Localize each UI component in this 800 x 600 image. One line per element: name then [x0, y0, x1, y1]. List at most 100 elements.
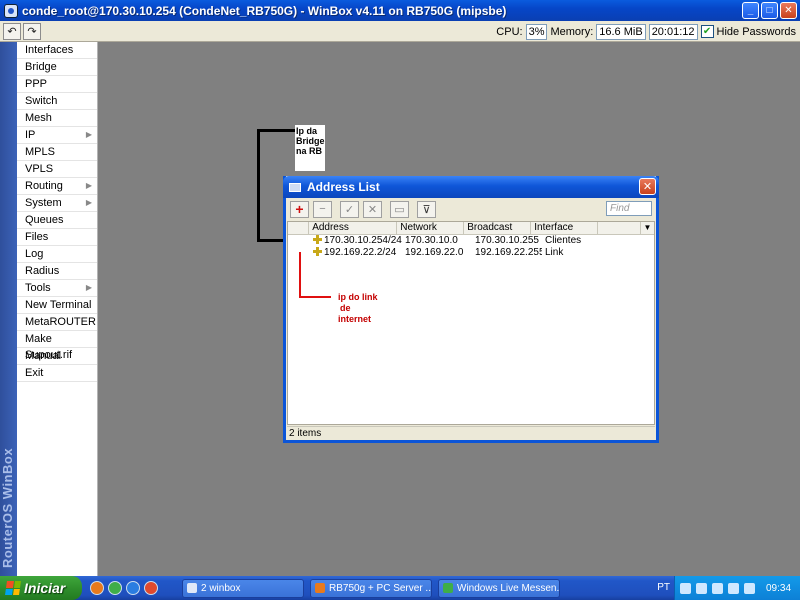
column-menu-icon[interactable]: ▼	[641, 222, 655, 234]
sidebar-item-exit[interactable]: Exit	[17, 365, 97, 382]
task-messenger[interactable]: Windows Live Messen...	[438, 578, 560, 598]
memory-label: Memory:	[550, 25, 594, 38]
minimize-button[interactable]: _	[742, 2, 759, 19]
sidebar-item-radius[interactable]: Radius	[17, 263, 97, 280]
address-icon	[313, 235, 322, 244]
sidebar-item-label: Bridge	[25, 61, 57, 73]
taskbar: Iniciar 2 winbox RB750g + PC Server ... …	[0, 576, 800, 600]
sidebar-item-label: PPP	[25, 78, 48, 90]
sidebar-item-ppp[interactable]: PPP	[17, 76, 97, 93]
sidebar-item-system[interactable]: System ▶	[17, 195, 97, 212]
task-browser[interactable]: RB750g + PC Server ...	[310, 578, 432, 598]
memory-value: 16.6 MiB	[596, 23, 646, 40]
sidebar-item-mpls[interactable]: MPLS	[17, 144, 97, 161]
address-list-close-button[interactable]: ✕	[639, 178, 656, 195]
sidebar-item-interfaces[interactable]: Interfaces	[17, 42, 97, 59]
sidebar-item-bridge[interactable]: Bridge	[17, 59, 97, 76]
sidebar-item-switch[interactable]: Switch	[17, 93, 97, 110]
sidebar-item-mesh[interactable]: Mesh	[17, 110, 97, 127]
redo-button[interactable]: ↷	[23, 22, 41, 40]
column-header-flags[interactable]	[288, 222, 310, 234]
media-icon[interactable]	[144, 581, 158, 595]
tray-help-icon[interactable]	[680, 582, 691, 594]
hide-passwords-checkbox[interactable]: ✔	[700, 25, 714, 38]
main-toolbar: ↶ ↷ CPU: 3% Memory: 16.6 MiB 20:01:12 ✔ …	[0, 21, 800, 42]
sidebar-item-manual[interactable]: Manual	[17, 348, 97, 365]
tray-security-icon[interactable]	[728, 582, 739, 594]
table-row[interactable]: 170.30.10.254/24 170.30.10.0 170.30.10.2…	[288, 235, 654, 247]
tray-volume-icon[interactable]	[744, 582, 755, 594]
sidebar-item-metarouter[interactable]: MetaROUTER	[17, 314, 97, 331]
task-label: 2 winbox	[201, 582, 241, 594]
quick-launch	[90, 581, 158, 595]
address-value: 192.169.22.2/24	[324, 247, 397, 258]
language-indicator[interactable]: PT	[657, 582, 670, 593]
sidebar-item-routing[interactable]: Routing ▶	[17, 178, 97, 195]
sidebar-item-label: New Terminal	[25, 299, 92, 311]
sidebar-item-label: Manual	[25, 350, 62, 362]
messenger-task-icon	[443, 583, 453, 593]
sidebar-item-label: Files	[25, 231, 49, 243]
hide-passwords-label: Hide Passwords	[716, 25, 796, 38]
address-list-title-bar[interactable]: Address List ✕	[283, 176, 659, 198]
link-pointer-line-horizontal	[299, 296, 331, 298]
status-area: CPU: 3% Memory: 16.6 MiB 20:01:12 ✔ Hide…	[496, 22, 796, 41]
window-title: conde_root@170.30.10.254 (CondeNet_RB750…	[22, 3, 507, 18]
interface-cell: Link	[545, 247, 564, 258]
firefox-icon[interactable]	[90, 581, 104, 595]
column-header-address[interactable]: Address	[309, 222, 398, 234]
sidebar-item-vpls[interactable]: VPLS	[17, 161, 97, 178]
table-row[interactable]: 192.169.22.2/24 192.169.22.0 192.169.22.…	[288, 247, 654, 259]
window-icon	[289, 182, 301, 192]
undo-button[interactable]: ↶	[3, 22, 21, 40]
sidebar-item-label: Mesh	[25, 112, 52, 124]
tray-network-icon[interactable]	[696, 582, 707, 594]
system-tray: 09:34	[674, 576, 800, 600]
sidebar-item-files[interactable]: Files	[17, 229, 97, 246]
sidebar-item-make-supout-rif[interactable]: Make Supout.rif	[17, 331, 97, 361]
bridge-pointer-line-vertical	[257, 129, 260, 242]
window-title-bar[interactable]: conde_root@170.30.10.254 (CondeNet_RB750…	[0, 0, 800, 21]
sidebar-item-label: IP	[25, 129, 36, 141]
task-winbox[interactable]: 2 winbox	[182, 578, 304, 598]
row-flag	[288, 235, 310, 247]
column-header-interface[interactable]: Interface	[531, 222, 599, 234]
column-header-network[interactable]: Network	[397, 222, 465, 234]
browser-icon[interactable]	[126, 581, 140, 595]
tray-messenger-icon[interactable]	[712, 582, 723, 594]
column-header-broadcast[interactable]: Broadcast	[464, 222, 532, 234]
time-value: 20:01:12	[648, 23, 698, 40]
winbox-app-icon	[4, 3, 18, 18]
messenger-icon[interactable]	[108, 581, 122, 595]
link-note-line: internet	[338, 314, 372, 324]
add-button[interactable]: +	[290, 200, 309, 218]
maximize-button[interactable]: □	[761, 2, 778, 19]
sidebar-item-tools[interactable]: Tools ▶	[17, 280, 97, 297]
sidebar-item-label: Radius	[25, 265, 60, 277]
bridge-note-line: Ip da	[296, 126, 318, 136]
close-button[interactable]: ✕	[780, 2, 797, 19]
enable-button[interactable]: ✓	[340, 200, 359, 218]
windows-logo-icon	[5, 581, 21, 595]
cpu-value: 3%	[525, 23, 548, 40]
sidebar-item-label: Interfaces	[25, 44, 74, 56]
comment-button[interactable]: ▭	[390, 200, 409, 218]
disable-button[interactable]: ✕	[363, 200, 382, 218]
bridge-pointer-line-top	[257, 129, 295, 132]
find-input[interactable]: Find	[606, 201, 652, 216]
sidebar-item-new-terminal[interactable]: New Terminal	[17, 297, 97, 314]
address-cell: 192.169.22.2/24	[310, 247, 402, 259]
submenu-arrow-icon: ▶	[85, 198, 92, 207]
start-button[interactable]: Iniciar	[0, 576, 82, 600]
address-cell: 170.30.10.254/24	[310, 235, 402, 247]
address-value: 170.30.10.254/24	[324, 235, 402, 246]
sidebar-item-queues[interactable]: Queues	[17, 212, 97, 229]
internet-link-note: ip do link de internet	[338, 292, 398, 325]
filter-icon[interactable]: ⊽	[417, 200, 436, 218]
sidebar-item-ip[interactable]: IP ▶	[17, 127, 97, 144]
routeros-winbox-brand: RouterOS WinBox	[0, 447, 15, 568]
remove-button[interactable]: −	[313, 200, 332, 218]
window-controls: _ □ ✕	[742, 2, 797, 19]
network-cell: 170.30.10.0	[405, 235, 458, 246]
sidebar-item-log[interactable]: Log	[17, 246, 97, 263]
